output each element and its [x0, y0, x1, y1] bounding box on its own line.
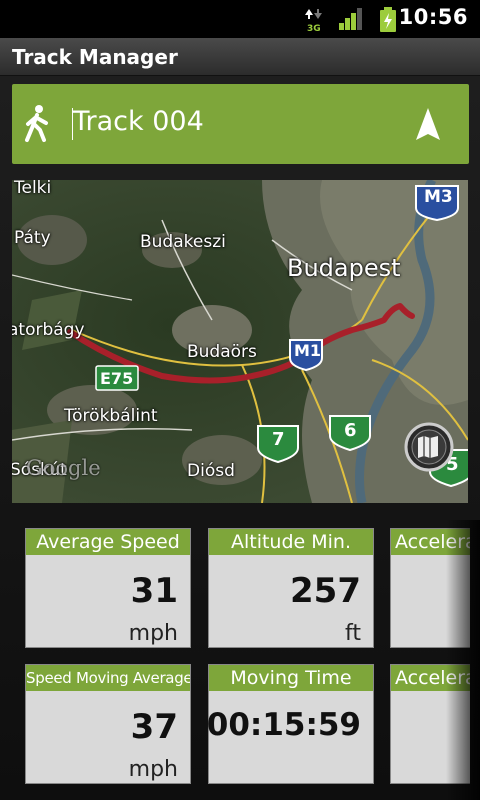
data-transfer-icon: 3G	[305, 9, 322, 33]
route-6-shield-label: 6	[344, 420, 357, 441]
track-name-field[interactable]: Track 004	[73, 106, 204, 137]
stat-label: Speed Moving Average	[26, 665, 190, 691]
stat-unit: mph	[128, 757, 178, 782]
map-label-telki: Telki	[14, 180, 52, 198]
title-bar: Track Manager	[0, 38, 480, 76]
route-7-shield-label: 7	[272, 429, 285, 450]
track-header[interactable]: Track 004	[12, 84, 469, 164]
e75-shield-label: E75	[100, 369, 134, 388]
stat-card-moving-time[interactable]: Moving Time 00:15:59	[206, 664, 374, 784]
status-clock: 10:56	[398, 5, 468, 29]
scroll-fade-edge	[446, 520, 480, 800]
map-label-budapest: Budapest	[287, 254, 401, 282]
stat-card-speed-moving-average[interactable]: Speed Moving Average 37 mph	[25, 664, 191, 784]
status-bar: 3G 10:56	[0, 0, 480, 38]
stat-card-average-speed[interactable]: Average Speed 31 mph	[25, 528, 191, 648]
signal-strength-icon	[339, 8, 362, 30]
stat-label: Altitude Min.	[209, 529, 373, 555]
stat-unit: ft	[345, 621, 361, 646]
map-layers-icon[interactable]	[404, 422, 454, 472]
navigation-arrow-icon[interactable]	[413, 106, 443, 142]
stat-value: 37	[130, 707, 178, 747]
m1-shield-label: M1	[294, 341, 322, 360]
stat-label: Average Speed	[26, 529, 190, 555]
stat-label: Moving Time	[209, 665, 373, 691]
walking-icon	[25, 105, 48, 142]
stat-unit: mph	[128, 621, 178, 646]
map-label-budaors: Budaörs	[187, 342, 257, 362]
app-title: Track Manager	[12, 45, 178, 69]
google-attribution: Google	[26, 456, 101, 480]
map-label-budakeszi: Budakeszi	[140, 232, 226, 252]
battery-charging-icon	[380, 7, 396, 32]
map-label-torokbalint: Törökbálint	[64, 406, 158, 426]
stat-value: 00:15:59	[206, 707, 361, 743]
svg-text:3G: 3G	[307, 24, 321, 33]
map-label-torbagy: atorbágy	[12, 320, 85, 340]
stat-card-altitude-min[interactable]: Altitude Min. 257 ft	[208, 528, 374, 648]
stat-value: 31	[130, 571, 178, 611]
track-map[interactable]: Telki Páty Budakeszi Budapest atorbágy B…	[12, 180, 468, 503]
m3-shield-label: M3	[424, 187, 453, 207]
stat-value: 257	[290, 571, 361, 611]
map-label-diosd: Diósd	[187, 461, 235, 481]
map-label-paty: Páty	[14, 228, 51, 248]
